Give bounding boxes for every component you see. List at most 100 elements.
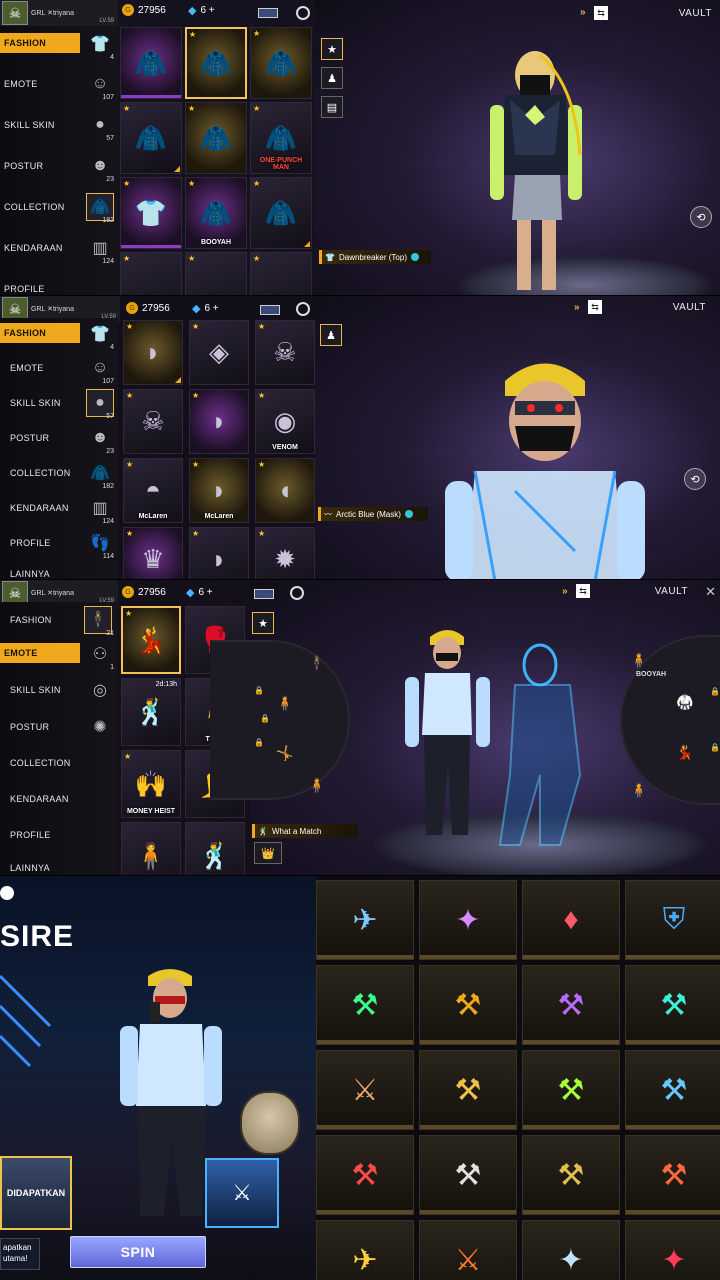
category-profile[interactable]: PROFILE 👣 114 — [0, 527, 118, 561]
weapon-cell[interactable]: ⚒ — [522, 1050, 620, 1130]
favorite-star-icon[interactable]: ★ — [252, 612, 274, 634]
wheel-slot[interactable]: 💃 — [672, 739, 698, 765]
vault-switch-icon[interactable]: ⇆ — [594, 6, 608, 20]
weapon-cell[interactable]: ⚒ — [625, 1050, 720, 1130]
category-postur[interactable]: POSTUR ✺ — [0, 711, 118, 745]
grid-item-selected[interactable]: ★ 💃 — [121, 606, 181, 674]
weapon-cell[interactable]: ⚒ — [522, 965, 620, 1045]
grid-item[interactable]: ★ ◗ — [123, 320, 183, 385]
wheel-slot[interactable]: 🧍 — [626, 647, 652, 673]
rotate-view-icon[interactable]: ⟲ — [690, 206, 712, 228]
grid-item[interactable]: ★ ◓ McLaren — [123, 458, 183, 523]
weapon-cell[interactable]: ✈ — [316, 1220, 414, 1280]
grid-item[interactable]: ★ — [250, 252, 312, 296]
favorite-star-icon[interactable]: ★ — [321, 38, 343, 60]
weapon-cell[interactable]: ⚒ — [625, 1135, 720, 1215]
outfit-preview-icon[interactable]: ♟ — [321, 67, 343, 89]
category-postur[interactable]: POSTUR ☻ 23 — [0, 422, 118, 456]
coin-counter[interactable]: G 27956 — [122, 4, 166, 16]
category-lainnya[interactable]: LAINNYA — [0, 852, 118, 876]
vault-switch-icon[interactable]: ⇆ — [576, 584, 590, 598]
grid-item[interactable]: ★ ◉ VENOM — [255, 389, 315, 454]
info-icon[interactable] — [411, 253, 419, 261]
weapon-cell[interactable]: ⚒ — [522, 1135, 620, 1215]
weapon-cell[interactable]: ✦ — [625, 1220, 720, 1280]
grid-item[interactable]: ★ 🧥 — [250, 177, 312, 249]
grid-item[interactable]: ★ 🧥 — [120, 102, 182, 174]
settings-icon[interactable] — [290, 586, 304, 600]
back-icon[interactable] — [0, 886, 14, 900]
grid-item[interactable]: ★ ◈ — [189, 320, 249, 385]
wheel-slot[interactable]: 🧍 — [626, 777, 652, 803]
weapon-cell[interactable]: ⚒ — [419, 1050, 517, 1130]
weapon-cell[interactable]: ⚒ — [419, 1135, 517, 1215]
grid-item[interactable]: ★ 👕 — [120, 177, 182, 249]
category-fashion[interactable]: FASHION 👕 4 — [0, 318, 118, 352]
weapon-cell[interactable]: ⚔ — [316, 1050, 414, 1130]
category-fashion[interactable]: FASHION 🕴 21 — [0, 604, 118, 638]
character-model[interactable] — [435, 351, 655, 580]
wheel-slot[interactable]: 🧍 — [272, 690, 298, 716]
outfit-preview-icon[interactable]: ♟ — [320, 324, 342, 346]
category-emote[interactable]: EMOTE ☺ 107 — [0, 68, 118, 102]
grid-item[interactable]: 🕺 — [185, 822, 245, 876]
category-kendaraan[interactable]: KENDARAAN ▥ 124 — [0, 232, 118, 266]
category-fashion[interactable]: FASHION 👕 4 — [0, 28, 118, 62]
grid-item[interactable]: ★ 🧥 BOOYAH — [185, 177, 247, 249]
category-postur[interactable]: POSTUR ☻ 23 — [0, 150, 118, 184]
grid-item[interactable]: 2d:13h 🕺 — [121, 678, 181, 746]
category-skill-skin[interactable]: SKILL SKIN ● 57 — [0, 109, 118, 143]
diamond-counter[interactable]: ◆ 6 + — [188, 4, 215, 17]
weapon-cell[interactable]: ⚒ — [625, 965, 720, 1045]
close-icon[interactable]: ✕ — [705, 584, 716, 600]
character-model[interactable] — [480, 25, 600, 295]
category-profile[interactable]: PROFILE — [0, 273, 118, 296]
expand-arrow-icon[interactable]: » — [562, 586, 568, 597]
membership-card-icon[interactable] — [260, 305, 280, 315]
category-collection[interactable]: COLLECTION — [0, 747, 118, 781]
category-profile[interactable]: PROFILE — [0, 819, 118, 853]
info-icon[interactable] — [404, 510, 413, 518]
category-emote[interactable]: EMOTE ⚇ 1 — [0, 638, 118, 672]
diamond-counter[interactable]: ◆ 6 + — [192, 302, 219, 315]
wheel-slot[interactable]: 🤸 — [272, 740, 298, 766]
grid-item[interactable]: ★ ◗ McLaren — [189, 458, 249, 523]
grid-item[interactable]: ★ 🧥 — [250, 27, 312, 99]
grid-item[interactable]: ★ ☠ — [123, 389, 183, 454]
grid-item[interactable]: ★ — [120, 252, 182, 296]
grid-item[interactable]: 🧍 — [121, 822, 181, 876]
category-skill-skin[interactable]: SKILL SKIN ◎ — [0, 674, 118, 708]
vault-switch-icon[interactable]: ⇆ — [588, 300, 602, 314]
card-preview-icon[interactable]: ▤ — [321, 96, 343, 118]
spin-button[interactable]: SPIN — [70, 1236, 206, 1268]
membership-card-icon[interactable] — [258, 8, 278, 18]
expand-arrow-icon[interactable]: » — [574, 302, 580, 313]
featured-weapon-card[interactable]: ⚔ — [205, 1158, 279, 1228]
settings-icon[interactable] — [296, 6, 310, 20]
wheel-slot[interactable]: 🥋 — [672, 689, 698, 715]
weapon-cell[interactable]: ⚒ — [316, 965, 414, 1045]
grid-item[interactable]: ★ 🙌 MONEY HEIST — [121, 750, 181, 818]
wheel-slot[interactable]: 🧍 — [304, 772, 330, 798]
grid-item[interactable]: ★ 🧥 ONE-PUNCH MAN — [250, 102, 312, 174]
diamond-counter[interactable]: ◆ 6 + — [186, 586, 213, 599]
grid-item-selected[interactable]: ★ 🧥 — [185, 27, 247, 99]
category-collection[interactable]: COLLECTION 🧥 182 — [0, 457, 118, 491]
grid-item[interactable]: ★ ◗ — [189, 389, 249, 454]
coin-counter[interactable]: G 27956 — [122, 586, 166, 598]
weapon-cell[interactable]: ✦ — [522, 1220, 620, 1280]
rotate-view-icon[interactable]: ⟲ — [684, 468, 706, 490]
category-lainnya[interactable]: LAINNYA — [0, 558, 118, 580]
category-collection[interactable]: COLLECTION 🧥 182 — [0, 191, 118, 225]
grid-item[interactable]: ★ — [185, 252, 247, 296]
membership-card-icon[interactable] — [254, 589, 274, 599]
grid-item[interactable]: ★ ◗ — [189, 527, 249, 580]
category-emote[interactable]: EMOTE ☺ 107 — [0, 352, 118, 386]
wheel-slot[interactable]: 🕴 — [304, 650, 330, 676]
grid-item[interactable]: 🧥 — [120, 27, 182, 99]
weapon-cell[interactable]: ⛨ — [625, 880, 720, 960]
weapon-cell[interactable]: ✈ — [316, 880, 414, 960]
settings-icon[interactable] — [296, 302, 310, 316]
weapon-cell[interactable]: ♦ — [522, 880, 620, 960]
category-kendaraan[interactable]: KENDARAAN — [0, 783, 118, 817]
